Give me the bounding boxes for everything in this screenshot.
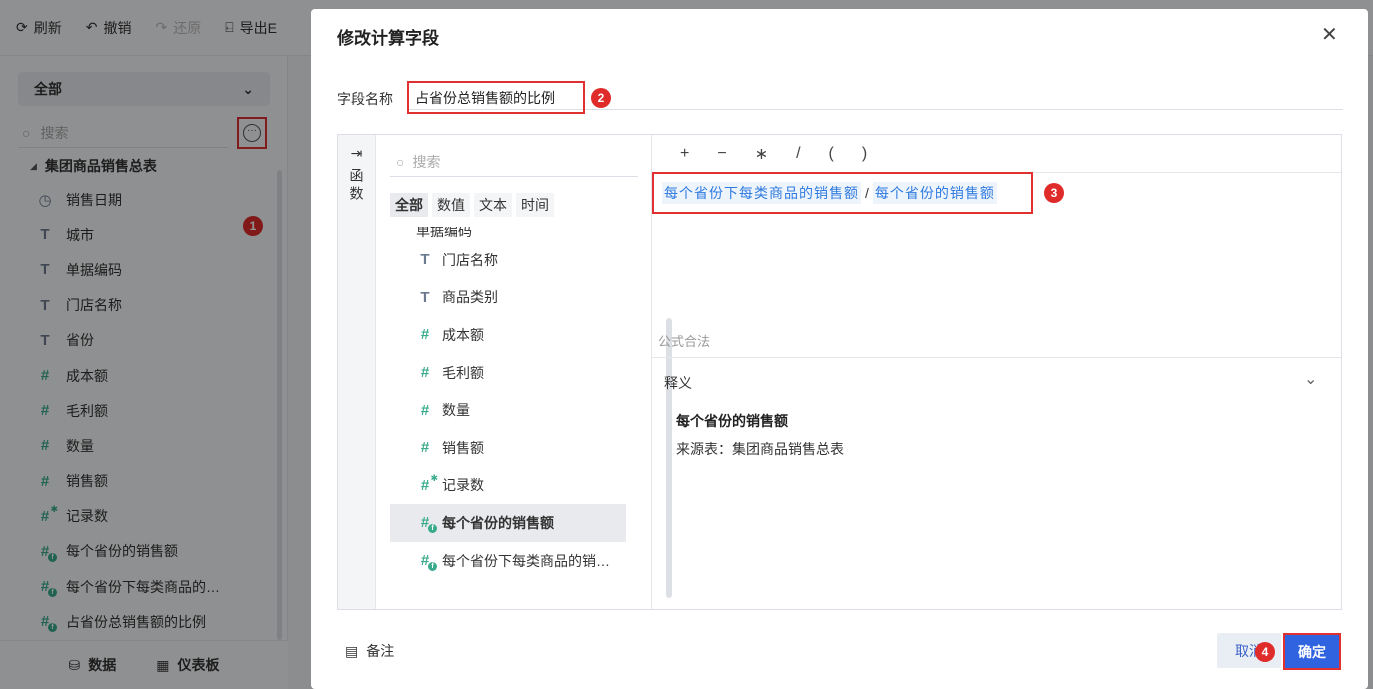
formula-editor: ⇥ 函数 ○ 搜索 全部 数值 文本 时间 单据编码 T 门店名称 T 商品类别 # 成… [337,134,1342,610]
number-type-icon: # [420,439,430,457]
field-search-input[interactable]: ○ 搜索 [390,147,638,177]
list-item-partial[interactable]: 单据编码 [390,227,626,241]
annotation-badge-4: 4 [1255,642,1275,662]
divide-operator-button[interactable]: / [796,145,800,163]
close-paren-button[interactable]: ) [862,145,867,163]
function-label: 函数 [348,168,365,204]
chevron-down-icon[interactable]: ⌄ [1304,369,1317,389]
note-button[interactable]: ▤ 备注 [345,641,394,661]
formula-field-token[interactable]: 每个省份的销售额 [872,182,997,204]
list-item[interactable]: # 毛利额 [390,354,626,392]
number-type-icon: # [420,364,430,382]
multiply-operator-button[interactable]: ∗ [755,144,768,164]
annotation-badge-2: 2 [591,88,611,108]
comment-icon: ▤ [345,642,359,659]
tab-all[interactable]: 全部 [390,193,428,217]
field-picker: ○ 搜索 全部 数值 文本 时间 单据编码 T 门店名称 T 商品类别 # 成本额 # 毛… [376,135,672,609]
tab-text[interactable]: 文本 [474,193,512,217]
text-type-icon: T [420,288,430,306]
text-type-icon: T [420,251,430,269]
field-name-label: 字段名称 [337,91,393,107]
description-header[interactable]: 释义 [664,373,692,393]
formula-field-token[interactable]: 每个省份下每类商品的销售额 [662,182,861,204]
field-name-input[interactable]: 占省份总销售额的比例 [407,81,585,114]
list-item-selected[interactable]: # f 每个省份的销售额 [390,504,626,542]
expand-panel-icon: ⇥ [350,145,363,161]
list-item[interactable]: # 成本额 [390,316,626,354]
close-icon[interactable]: ✕ [1321,22,1338,47]
divider [652,357,1341,358]
list-item[interactable]: # ✱ 记录数 [390,467,626,505]
plus-operator-button[interactable]: + [680,145,689,163]
calc-field-dialog: 修改计算字段 ✕ 字段名称 占省份总销售额的比例 2 ⇥ 函数 ○ 搜索 全部 数… [311,9,1368,689]
list-item[interactable]: # 销售额 [390,429,626,467]
annotation-badge-3: 3 [1044,183,1064,203]
minus-operator-button[interactable]: − [717,145,726,163]
calc-number-icon: # f [416,552,437,572]
description-source: 来源表：集团商品销售总表 [676,441,844,457]
function-panel-toggle[interactable]: ⇥ 函数 [338,135,376,609]
confirm-button[interactable]: 确定 [1283,633,1341,670]
dialog-title: 修改计算字段 [337,29,439,48]
list-item[interactable]: T 门店名称 [390,241,626,279]
list-item[interactable]: T 商品类别 [390,279,626,317]
field-list: 单据编码 T 门店名称 T 商品类别 # 成本额 # 毛利额 # 数量 # 销售额 # ✱ 记录… [390,227,626,597]
formula-input[interactable]: 每个省份下每类商品的销售额 / 每个省份的销售额 [652,172,1033,214]
list-item[interactable]: # 数量 [390,391,626,429]
number-type-icon: # [420,401,430,419]
list-item[interactable]: # f 每个省份下每类商品的销… [390,542,626,580]
number-type-icon: # [420,326,430,344]
tab-number[interactable]: 数值 [432,193,470,217]
tab-time[interactable]: 时间 [516,193,554,217]
operator-bar: + − ∗ / ( ) [652,135,1341,173]
open-paren-button[interactable]: ( [829,145,834,163]
type-tabs: 全部 数值 文本 时间 [390,193,554,217]
formula-operator: / [865,185,869,201]
formula-area: + − ∗ / ( ) 每个省份下每类商品的销售额 / 每个省份的销售额 3 公… [652,135,1341,609]
calc-number-icon: # f [416,514,437,534]
formula-status: 公式合法 [658,334,711,349]
description-title: 每个省份的销售额 [676,413,788,429]
count-type-icon: # ✱ [420,472,438,494]
search-icon: ○ [396,153,405,170]
